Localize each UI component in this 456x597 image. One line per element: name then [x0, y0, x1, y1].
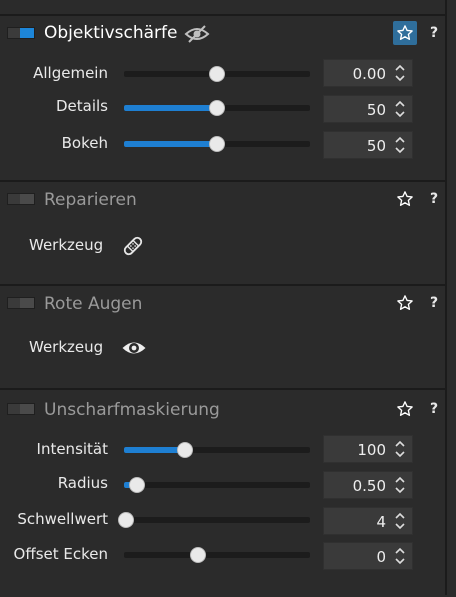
- slider-fill: [124, 447, 186, 453]
- bandage-icon[interactable]: [121, 234, 145, 262]
- panel-objektivschaerfe: Objektivschärfe ? Allgemein 0.00 Details…: [0, 14, 445, 182]
- panel-title: Rote Augen: [44, 294, 143, 314]
- slider-bokeh[interactable]: [124, 136, 310, 152]
- slider-thumb[interactable]: [209, 100, 225, 116]
- star-icon: [397, 25, 413, 40]
- stepper-arrows-icon[interactable]: [393, 133, 407, 157]
- slider-thumb[interactable]: [190, 547, 207, 563]
- panel-rote-augen: Rote Augen ? Werkzeug: [0, 284, 445, 390]
- tool-label: Werkzeug: [29, 338, 104, 356]
- eye-hidden-icon[interactable]: [184, 23, 210, 49]
- panel-enable-toggle[interactable]: [7, 297, 35, 309]
- help-button[interactable]: ?: [428, 401, 440, 417]
- slider-intensitaet[interactable]: [124, 442, 310, 458]
- slider-label-bokeh: Bokeh: [61, 134, 108, 152]
- slider-allgemein[interactable]: [124, 66, 310, 82]
- spinbox-value[interactable]: 0: [376, 548, 386, 566]
- favorite-star-button[interactable]: [393, 21, 417, 45]
- spinbox-radius[interactable]: 0.50: [323, 471, 413, 499]
- panel-title: Reparieren: [44, 190, 137, 210]
- slider-schwellwert[interactable]: [117, 512, 310, 528]
- star-icon: [397, 295, 413, 310]
- stepper-arrows-icon[interactable]: [393, 97, 407, 121]
- panel-unscharfmaskierung: Unscharfmaskierung ? Intensität 100 Radi…: [0, 388, 445, 597]
- favorite-star-button[interactable]: [393, 397, 417, 421]
- panel-title: Unscharfmaskierung: [44, 400, 220, 420]
- slider-fill: [124, 105, 217, 111]
- favorite-star-button[interactable]: [393, 187, 417, 211]
- panel-enable-toggle[interactable]: [7, 403, 35, 415]
- stepper-arrows-icon[interactable]: [393, 473, 407, 497]
- slider-label-allgemein: Allgemein: [33, 64, 108, 82]
- spinbox-value[interactable]: 50: [367, 137, 386, 155]
- slider-details[interactable]: [124, 100, 310, 116]
- toggle-knob: [20, 298, 34, 308]
- spinbox-value[interactable]: 100: [357, 441, 386, 459]
- toggle-knob: [20, 404, 34, 414]
- spinbox-allgemein[interactable]: 0.00: [323, 59, 413, 87]
- slider-thumb[interactable]: [117, 512, 134, 528]
- panel-enable-toggle[interactable]: [7, 193, 35, 205]
- slider-label-schwellwert: Schwellwert: [17, 510, 108, 528]
- slider-fill: [124, 141, 217, 147]
- spinbox-value[interactable]: 0.50: [353, 477, 386, 495]
- help-button[interactable]: ?: [428, 191, 440, 207]
- tool-label: Werkzeug: [29, 236, 104, 254]
- stepper-arrows-icon[interactable]: [393, 61, 407, 85]
- spinbox-intensitaet[interactable]: 100: [323, 435, 413, 463]
- slider-offset-ecken[interactable]: [124, 547, 310, 563]
- panel-reparieren: Reparieren ? Werkzeug: [0, 180, 445, 286]
- spinbox-bokeh[interactable]: 50: [323, 131, 413, 159]
- panel-title: Objektivschärfe: [44, 23, 178, 43]
- spinbox-offset-ecken[interactable]: 0: [323, 542, 413, 570]
- spinbox-value[interactable]: 0.00: [353, 65, 386, 83]
- stepper-arrows-icon[interactable]: [393, 544, 407, 568]
- slider-thumb[interactable]: [209, 136, 225, 152]
- spinbox-schwellwert[interactable]: 4: [323, 507, 413, 535]
- star-icon: [397, 191, 413, 206]
- stepper-arrows-icon[interactable]: [393, 437, 407, 461]
- slider-label-details: Details: [55, 97, 108, 115]
- panel-enable-toggle[interactable]: [7, 27, 35, 39]
- help-button[interactable]: ?: [428, 295, 440, 311]
- slider-label-offset-ecken: Offset Ecken: [13, 545, 108, 563]
- stepper-arrows-icon[interactable]: [393, 509, 407, 533]
- eye-icon[interactable]: [121, 338, 147, 362]
- favorite-star-button[interactable]: [393, 291, 417, 315]
- slider-radius[interactable]: [124, 477, 310, 493]
- toggle-knob: [20, 28, 34, 38]
- spinbox-value[interactable]: 4: [376, 513, 386, 531]
- toggle-knob: [20, 194, 34, 204]
- slider-label-radius: Radius: [57, 474, 108, 492]
- right-border: [445, 0, 447, 595]
- slider-label-intensitaet: Intensität: [36, 440, 108, 458]
- slider-thumb[interactable]: [129, 477, 146, 493]
- help-button[interactable]: ?: [428, 25, 440, 41]
- spinbox-value[interactable]: 50: [367, 101, 386, 119]
- slider-thumb[interactable]: [177, 442, 194, 458]
- spinbox-details[interactable]: 50: [323, 95, 413, 123]
- slider-thumb[interactable]: [209, 66, 225, 82]
- star-icon: [397, 401, 413, 416]
